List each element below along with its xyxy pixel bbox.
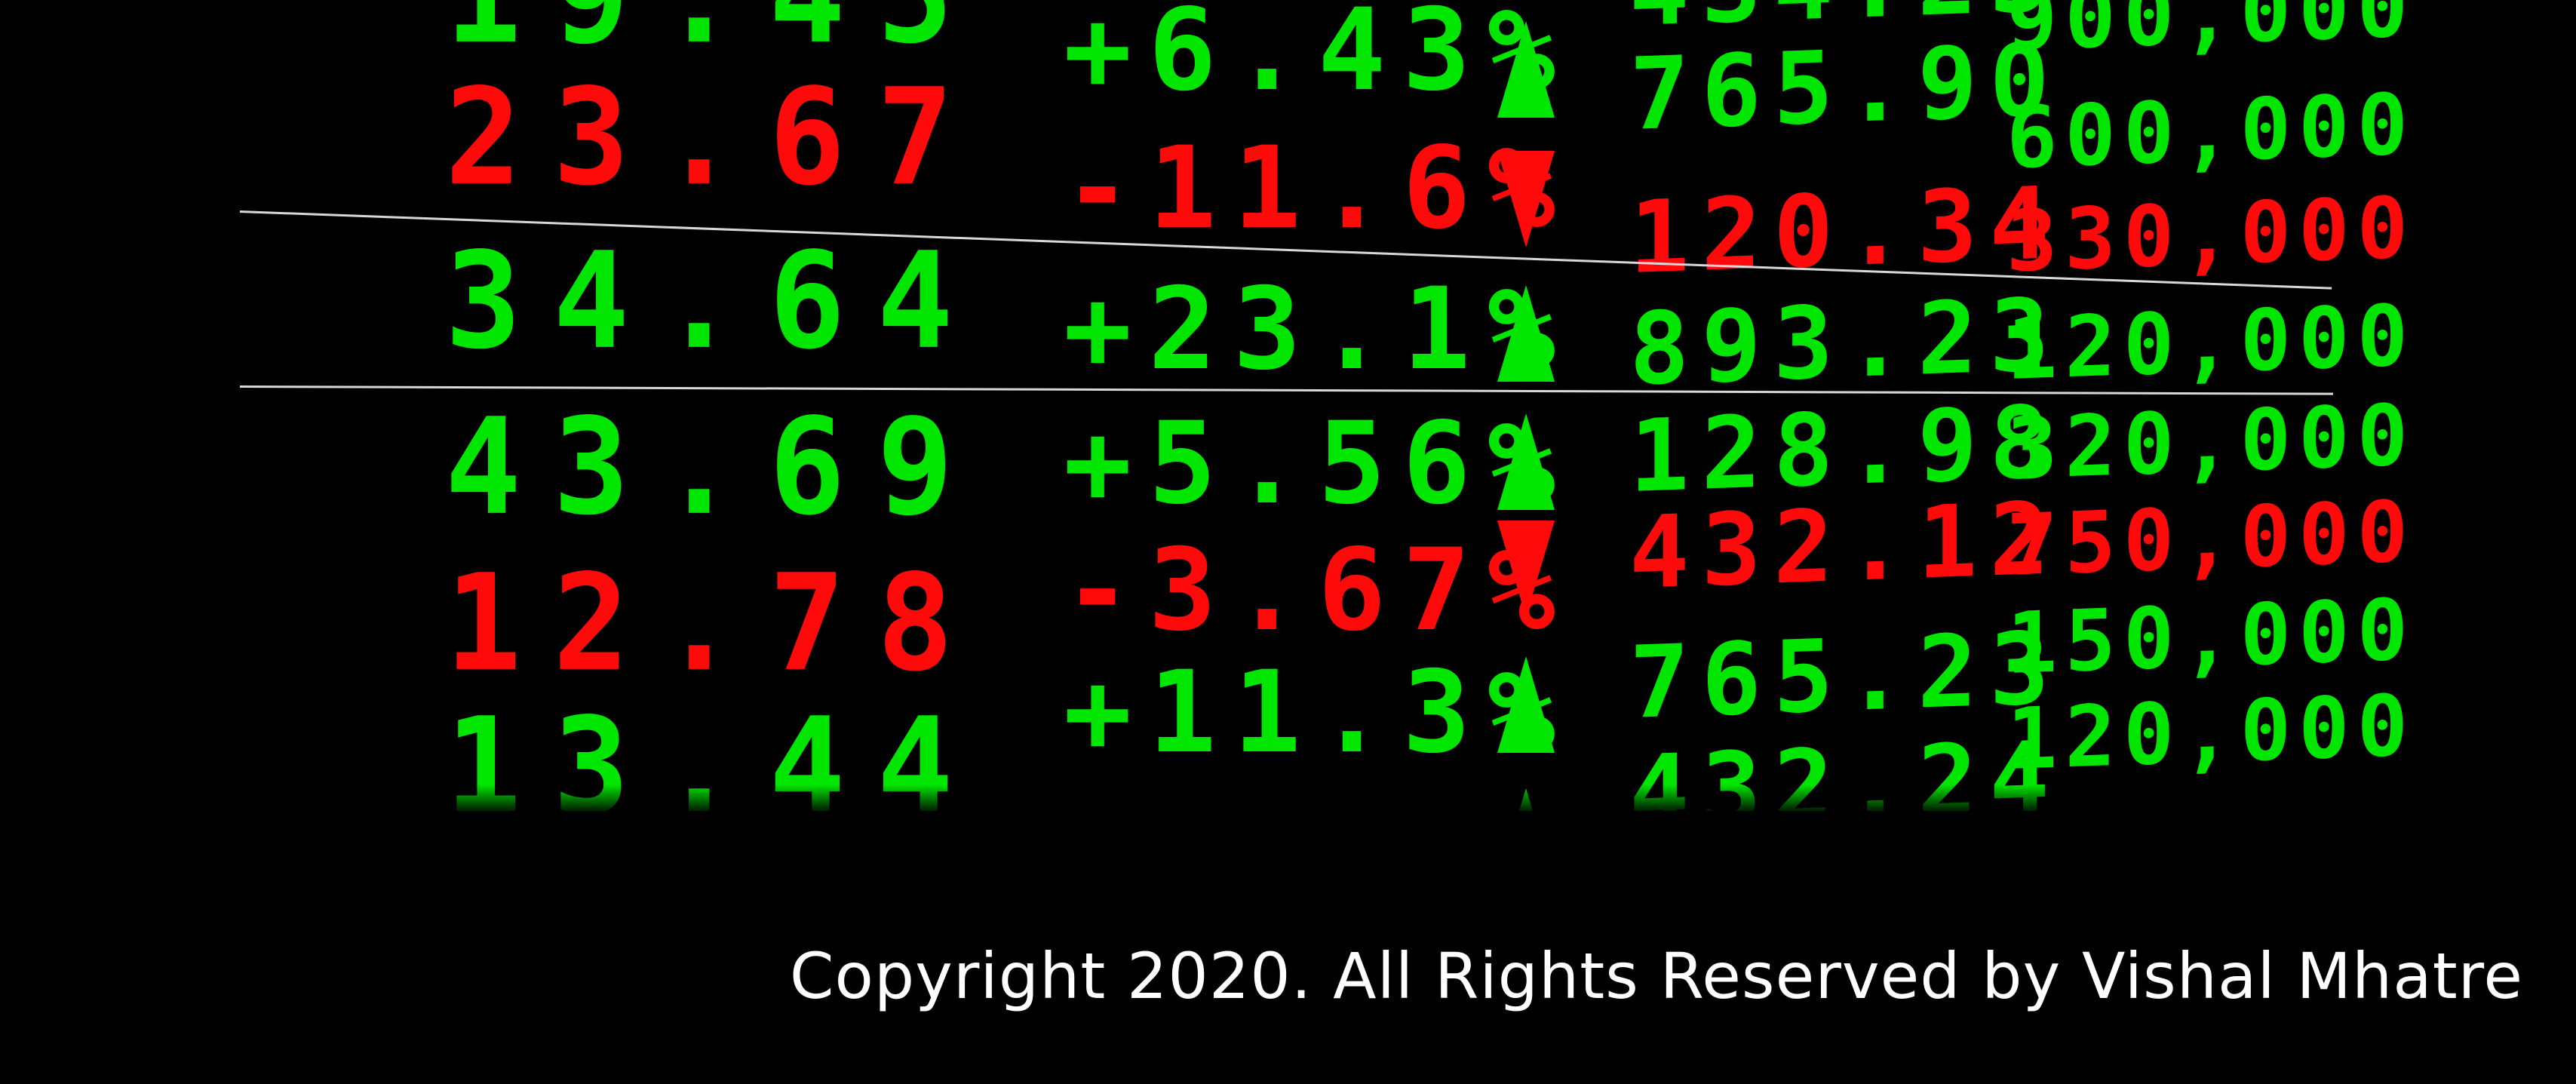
change-cell: +6.43%: [1064, 0, 1572, 116]
board-fade: [0, 785, 2576, 811]
volume-cell: 320,000: [2006, 386, 2416, 499]
change-cell: -3.67%: [1064, 525, 1572, 656]
down-arrow-icon: [1497, 151, 1555, 247]
change-cell: +23.1%: [1064, 264, 1572, 395]
volume-cell: 150,000: [2006, 581, 2416, 693]
up-arrow-icon: [1497, 21, 1555, 118]
change-cell: +11.3%: [1064, 647, 1572, 778]
ticker-image: 19.45 +6.43% 434.23 900,000 23.67 -11.6%…: [0, 0, 2576, 1084]
last-price-cell: 893.23: [1629, 276, 2062, 408]
price-cell: 43.69: [445, 389, 985, 545]
price-cell: 19.45: [445, 0, 985, 62]
last-price-cell: 432.12: [1629, 480, 2062, 612]
price-cell: 12.78: [445, 545, 985, 701]
up-arrow-icon: [1497, 413, 1555, 510]
volume-cell: 600,000: [2006, 75, 2416, 189]
copyright-caption: Copyright 2020. All Rights Reserved by V…: [789, 939, 2523, 1013]
down-arrow-icon: [1497, 521, 1555, 617]
volume-cell: 330,000: [2006, 179, 2416, 291]
up-arrow-icon: [1497, 656, 1555, 753]
price-cell: 34.64: [445, 223, 985, 379]
last-price-cell: 765.90: [1629, 21, 2062, 154]
volume-cell: 750,000: [2006, 483, 2416, 595]
price-cell: 23.67: [445, 60, 985, 215]
last-price-cell: 765.23: [1629, 610, 2062, 742]
volume-cell: 120,000: [2006, 287, 2416, 399]
up-arrow-icon: [1497, 285, 1555, 382]
change-cell: -11.6%: [1064, 123, 1572, 254]
volume-cell: 900,000: [2006, 0, 2416, 70]
ticker-board: 19.45 +6.43% 434.23 900,000 23.67 -11.6%…: [0, 0, 2576, 811]
volume-cell: 120,000: [2006, 677, 2416, 789]
change-cell: +5.56%: [1064, 398, 1572, 530]
